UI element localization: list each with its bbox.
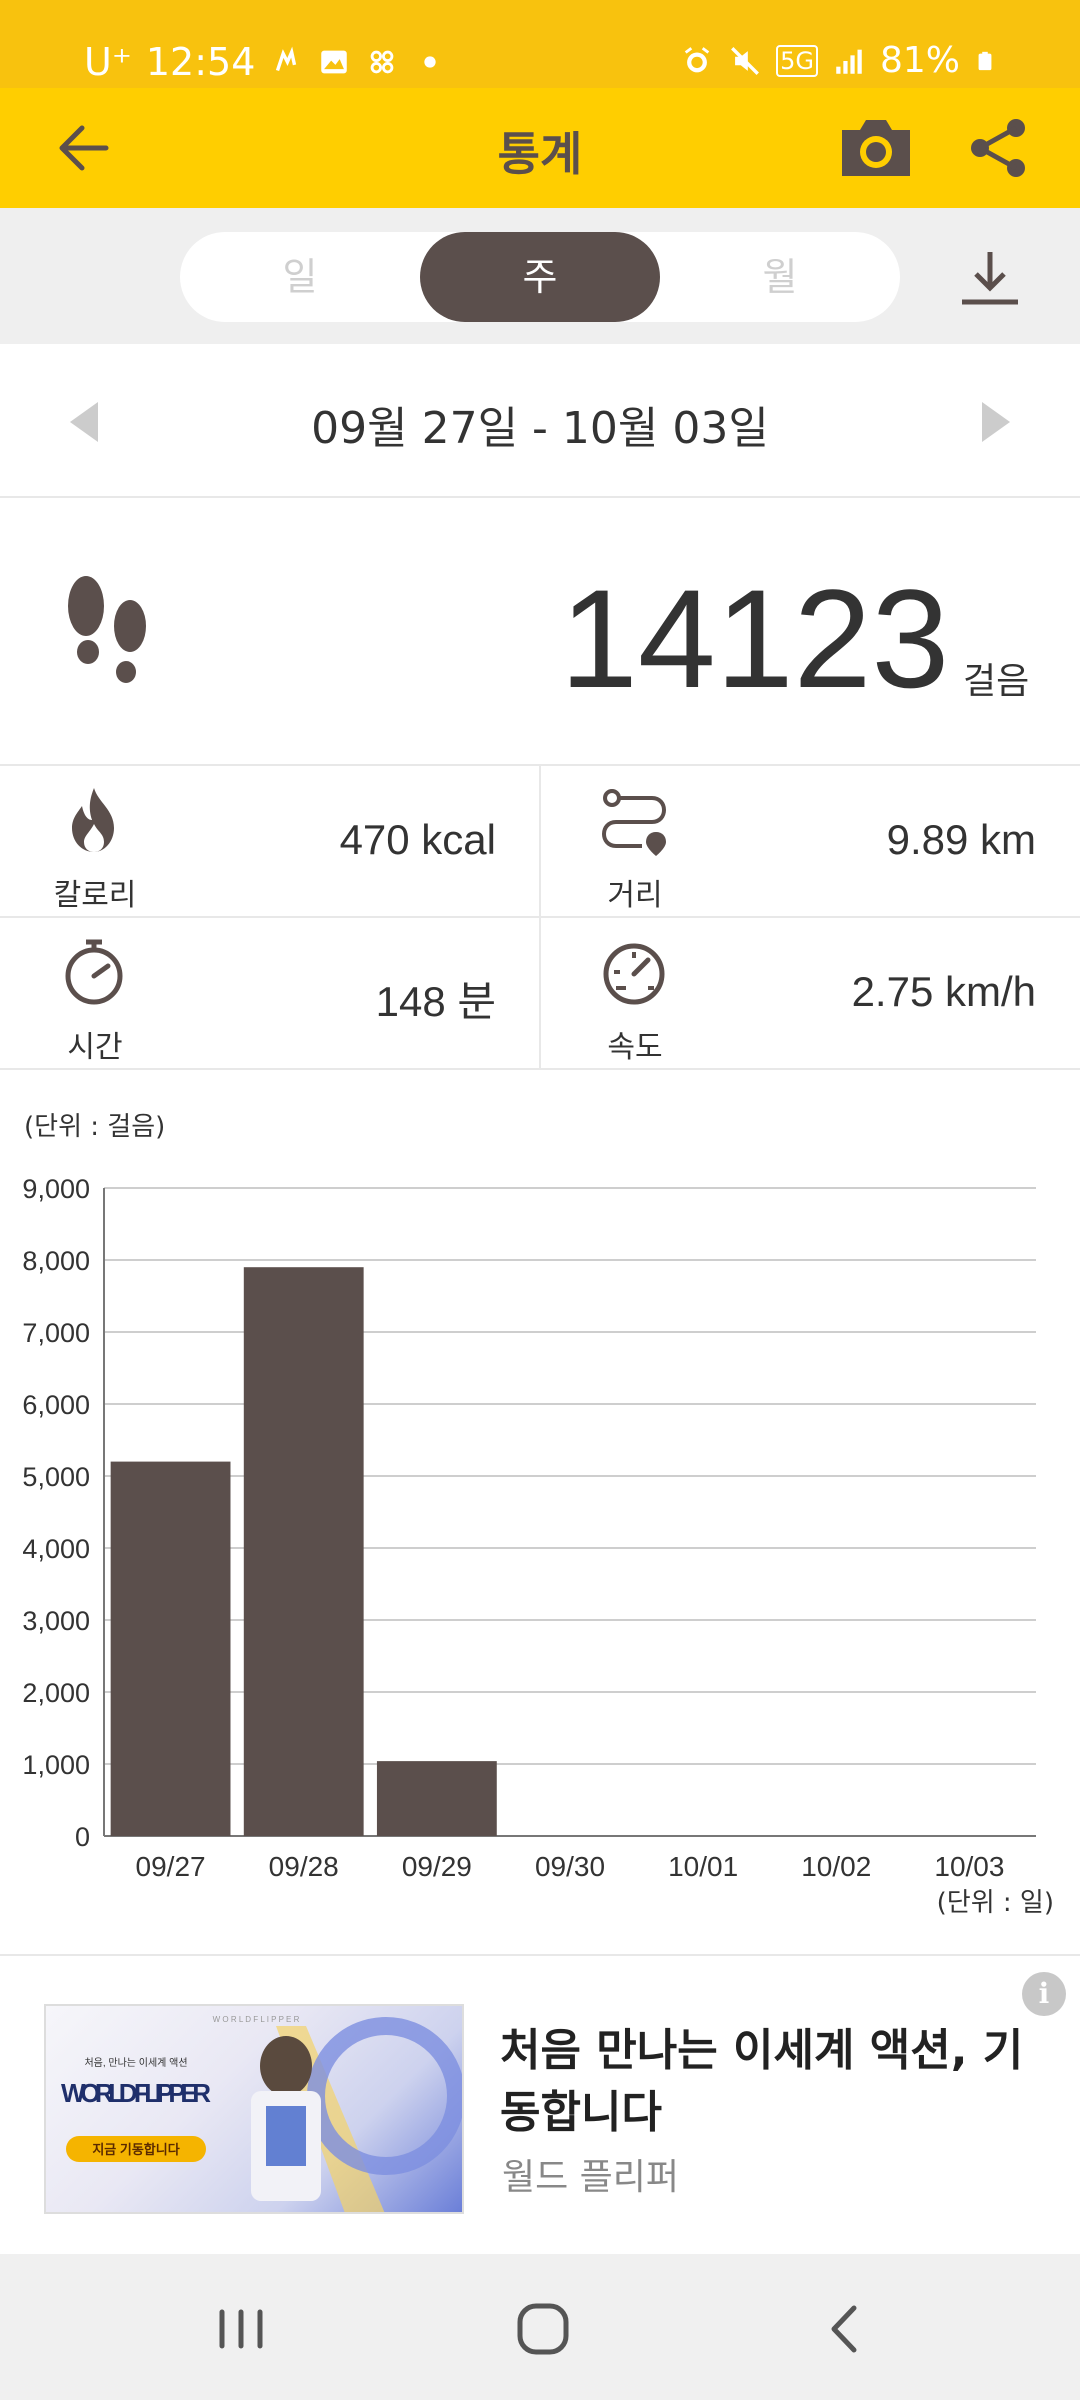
ad-subtitle[interactable]: 월드 플리퍼 — [502, 2148, 679, 2200]
home-icon[interactable] — [508, 2294, 578, 2364]
stat-distance: 거리 9.89 km — [540, 766, 1080, 916]
x-unit-label: (단위 : 일) — [936, 1888, 1054, 1918]
speed-label: 속도 — [607, 1030, 663, 1065]
system-nav-bar — [0, 2254, 1080, 2400]
camera-icon[interactable] — [838, 116, 914, 180]
network-label: 5G — [776, 44, 818, 77]
mute-icon — [731, 46, 760, 75]
y-tick-label: 3,000 — [22, 1606, 90, 1636]
ad-image-tagline: 처음, 만나는 이세계 액션 — [84, 2057, 187, 2069]
x-tick-label: 09/28 — [269, 1851, 339, 1882]
calories-value: 470 kcal — [339, 816, 496, 863]
share-icon[interactable] — [966, 116, 1030, 180]
y-tick-label: 0 — [75, 1822, 90, 1852]
time-label: 시간 — [67, 1030, 123, 1065]
status-right: 5G 81% — [680, 40, 996, 81]
time-value: 148 분 — [375, 978, 496, 1025]
recent-apps-icon[interactable] — [206, 2294, 276, 2364]
total-steps-value: 14123 — [560, 560, 950, 717]
status-left: U⁺ 12:54 — [84, 40, 447, 84]
battery-icon — [978, 51, 992, 70]
battery-percent: 81% — [879, 40, 960, 81]
ad-image[interactable]: W O R L D F L I P P E R 처음, 만나는 이세계 액션 W… — [44, 2004, 464, 2214]
bar — [243, 1267, 364, 1836]
ad-artwork: W O R L D F L I P P E R 처음, 만나는 이세계 액션 W… — [61, 2015, 462, 2212]
x-tick-label: 10/03 — [934, 1851, 1004, 1882]
stat-time: 시간 148 분 — [0, 918, 540, 1068]
ad-title[interactable]: 처음 만나는 이세계 액션, 기동합니다 — [500, 2020, 1040, 2144]
x-tick-label: 09/30 — [535, 1851, 605, 1882]
x-tick-label: 09/29 — [402, 1851, 472, 1882]
ad-image-top-text: W O R L D F L I P P E R — [213, 2015, 300, 2024]
stopwatch-icon — [65, 939, 123, 1005]
period-selector-bar: 일 주 월 — [0, 208, 1080, 344]
bar — [110, 1461, 231, 1836]
y-tick-label: 4,000 — [22, 1534, 90, 1564]
download-icon[interactable] — [958, 248, 1022, 308]
status-bar: U⁺ 12:54 5G 81% — [0, 0, 1080, 88]
ad-image-cta: 지금 기동합니다 — [92, 2142, 179, 2157]
y-tick-label: 8,000 — [22, 1246, 90, 1276]
app-notification-icon — [371, 50, 394, 74]
image-notification-icon — [321, 50, 348, 74]
y-tick-label: 7,000 — [22, 1318, 90, 1348]
back-nav-icon[interactable] — [810, 2294, 880, 2364]
next-week-arrow-icon[interactable] — [982, 402, 1010, 442]
footprints-icon — [68, 576, 146, 683]
distance-label: 거리 — [607, 878, 663, 913]
y-tick-label: 9,000 — [22, 1174, 90, 1204]
info-icon[interactable]: i — [1022, 1972, 1066, 2016]
y-tick-label: 5,000 — [22, 1462, 90, 1492]
flame-icon — [72, 788, 114, 852]
tab-month[interactable]: 월 — [660, 232, 900, 322]
distance-value: 9.89 km — [886, 816, 1036, 863]
page-title: 통계 — [497, 127, 583, 181]
steps-summary: 14123 걸음 — [0, 498, 1080, 766]
ad-image-logo: WORLD FLIPPER — [61, 2078, 211, 2108]
calories-label: 칼로리 — [53, 878, 137, 913]
bar-chart: 0 1,000 2,000 3,000 4,000 5,000 6,000 7,000 8,00… — [22, 1174, 1036, 1882]
alarm-icon — [684, 46, 710, 72]
tab-day[interactable]: 일 — [180, 232, 420, 322]
steps-unit: 걸음 — [963, 661, 1030, 702]
stats-grid: 칼로리 470 kcal 거리 9.89 km 시간 148 분 속도 2.75… — [0, 766, 1080, 1070]
tab-week[interactable]: 주 — [420, 232, 660, 322]
y-tick-label: 6,000 — [22, 1390, 90, 1420]
date-range-navigator: 09월 27일 - 10월 03일 — [0, 344, 1080, 498]
x-tick-label: 10/02 — [801, 1851, 871, 1882]
speedometer-icon — [603, 943, 665, 1005]
bar — [376, 1761, 497, 1836]
dot-icon — [424, 56, 437, 68]
period-segmented-control: 일 주 월 — [180, 232, 900, 322]
stat-speed: 속도 2.75 km/h — [540, 918, 1080, 1068]
app-bar: 통계 — [0, 88, 1080, 208]
clock: 12:54 — [145, 40, 256, 84]
route-icon — [601, 789, 667, 856]
signal-icon — [836, 49, 862, 74]
gesture-notification-icon — [276, 46, 297, 72]
carrier-label: U⁺ — [84, 40, 132, 84]
weekly-steps-chart: (단위 : 걸음) 0 1,000 2,000 3,000 4,000 5,000 6,00… — [0, 1070, 1080, 1954]
ad-banner[interactable]: i W O R L D F L I P P E R 처음, 만나는 이세계 액션… — [0, 1954, 1080, 2254]
x-tick-label: 09/27 — [136, 1851, 206, 1882]
y-tick-label: 1,000 — [22, 1750, 90, 1780]
x-tick-label: 10/01 — [668, 1851, 738, 1882]
date-range-label: 09월 27일 - 10월 03일 — [311, 403, 769, 454]
stat-calories: 칼로리 470 kcal — [0, 766, 540, 916]
speed-value: 2.75 km/h — [851, 968, 1036, 1015]
y-tick-label: 2,000 — [22, 1678, 90, 1708]
